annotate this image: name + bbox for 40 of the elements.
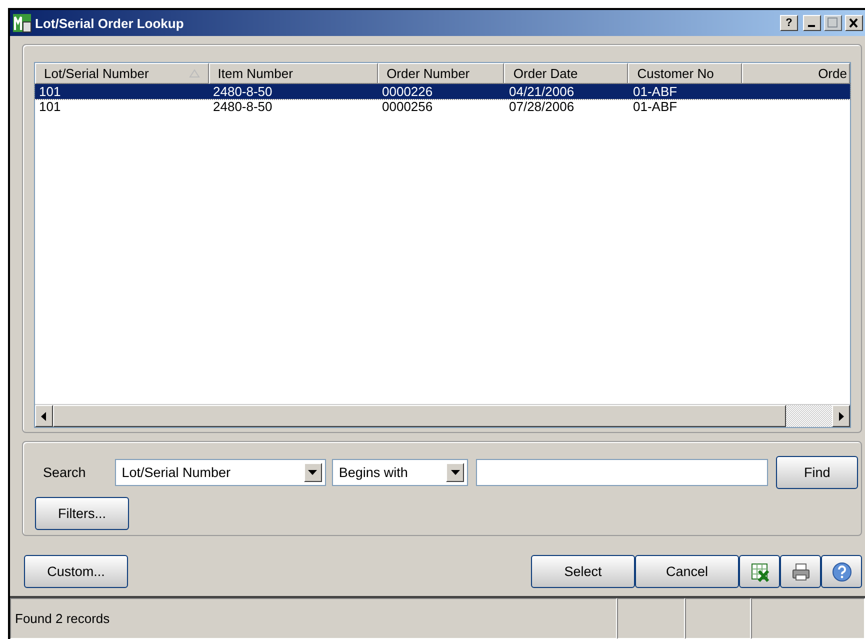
table-cell-text: 07/28/2006 [508, 99, 576, 114]
dropdown-arrow-icon [308, 470, 318, 475]
find-button[interactable]: Find [776, 456, 858, 489]
spreadsheet-icon [750, 562, 770, 582]
table-cell-text: 101 [38, 84, 62, 99]
status-pane [617, 598, 685, 639]
window-title: Lot/Serial Order Lookup [35, 16, 185, 30]
search-field-dropdown[interactable]: Lot/Serial Number [114, 459, 326, 486]
close-button[interactable] [845, 15, 863, 31]
dialog-button[interactable]: Cancel [635, 555, 739, 588]
minimize-button[interactable] [803, 15, 821, 31]
sort-up-icon [188, 69, 200, 78]
search-input-field[interactable] [476, 459, 768, 486]
export-button[interactable] [739, 555, 780, 588]
operator-dropdown[interactable]: Begins with [332, 459, 468, 486]
dialog-button[interactable]: Custom... [24, 555, 128, 588]
print-button[interactable] [780, 555, 821, 588]
table-cell-text: 01-ABF [632, 84, 678, 99]
table-cell-text: 2480-8-50 [212, 99, 274, 114]
table-cell-text: 04/21/2006 [508, 84, 576, 99]
table-cell-text: 0000256 [381, 99, 434, 114]
dropdown-arrow-icon [450, 470, 460, 475]
right-arrow-icon [838, 412, 844, 420]
maximize-button[interactable] [824, 15, 842, 31]
help-button[interactable] [821, 555, 862, 588]
help-button[interactable]: ? [780, 15, 798, 31]
table-cell-text: 0000226 [381, 84, 434, 99]
table-cell-text: 2480-8-50 [212, 84, 274, 99]
table-cell-text: 01-ABF [632, 99, 678, 114]
status-message: Found 2 records [10, 598, 617, 639]
table-row[interactable]: 101 2480-8-50 0000256 07/28/2006 01-ABF [35, 99, 850, 114]
printer-icon [790, 562, 810, 582]
filters-button[interactable]: Filters... [35, 497, 129, 530]
help-icon [832, 562, 852, 582]
table-row[interactable]: 101 2480-8-50 0000226 04/21/2006 01-ABF [35, 84, 850, 99]
left-arrow-icon [41, 412, 47, 420]
search-label: Search [42, 465, 87, 480]
app-icon [12, 13, 32, 33]
dialog-button[interactable]: Select [531, 555, 635, 588]
table-cell-text: 101 [38, 99, 62, 114]
